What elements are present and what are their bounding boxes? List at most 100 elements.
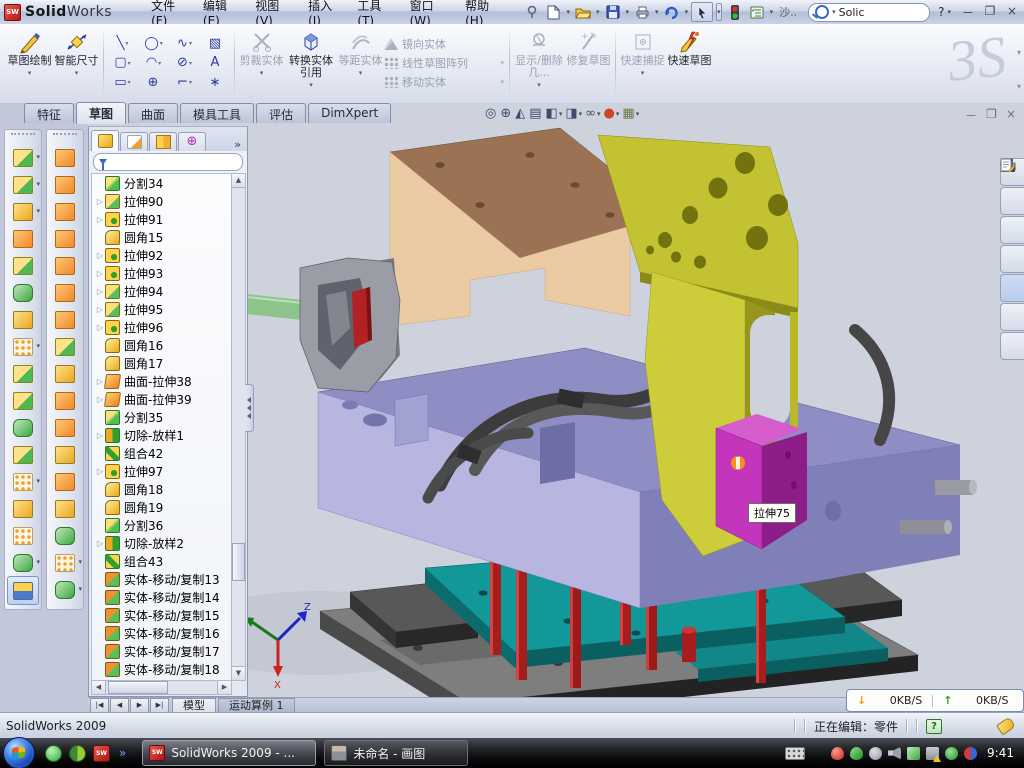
tree-item[interactable]: ▷ 拉伸97 [92, 462, 231, 480]
tray-icon[interactable] [850, 747, 863, 760]
expand-arrow[interactable]: ▷ [95, 305, 105, 314]
feature-tool-button[interactable]: ▾ [5, 198, 41, 225]
feature-tool-button[interactable] [5, 522, 41, 549]
display-delete-relations-button[interactable]: 显示/删除几... ▾ [513, 24, 565, 102]
model-tab[interactable]: 运动算例 1 [218, 698, 295, 713]
tree-filter-input[interactable] [93, 153, 243, 171]
tab-nav-button[interactable]: |◀ [90, 698, 109, 713]
surface-tool-button[interactable] [47, 468, 83, 495]
rapid-sketch-button[interactable]: 快速草图 [666, 24, 713, 102]
hud-view-icon[interactable]: ▤ [529, 106, 542, 121]
feature-tool-button[interactable] [5, 279, 41, 306]
sketch-entity-button[interactable]: ▭ ▾ [107, 73, 138, 93]
sketch-entity-button[interactable]: ⌐ ▾ [169, 73, 200, 93]
surface-tool-button[interactable] [47, 522, 83, 549]
feature-tool-button[interactable] [5, 441, 41, 468]
tree-item[interactable]: 分割35 [92, 408, 231, 426]
surface-tool-button[interactable] [47, 333, 83, 360]
scroll-down-arrow[interactable]: ▼ [232, 666, 245, 680]
tree-item[interactable]: 圆角19 [92, 498, 231, 516]
expand-arrow[interactable]: ▷ [95, 269, 105, 278]
tab-nav-button[interactable]: ▶ [130, 698, 149, 713]
command-tab[interactable]: 特征 [24, 103, 74, 123]
messenger-icon[interactable] [45, 745, 62, 762]
command-tab[interactable]: 评估 [256, 103, 306, 123]
expand-arrow[interactable]: ▷ [95, 197, 105, 206]
command-tab[interactable]: 曲面 [128, 103, 178, 123]
tab-feature-manager[interactable] [91, 130, 119, 151]
doc-close-button[interactable]: × [1006, 107, 1016, 124]
tray-icon[interactable] [831, 747, 844, 760]
surface-tool-button[interactable] [47, 171, 83, 198]
tree-item[interactable]: ▷ 拉伸96 [92, 318, 231, 336]
open-icon[interactable] [573, 3, 593, 21]
feature-tool-button[interactable] [5, 360, 41, 387]
surface-tool-button[interactable] [47, 360, 83, 387]
surface-tool-button[interactable] [47, 306, 83, 333]
clock[interactable]: 9:41 [987, 746, 1014, 760]
surface-tool-button[interactable] [47, 225, 83, 252]
tree-item[interactable]: 实体-移动/复制15 [92, 606, 231, 624]
tree-item[interactable]: 分割34 [92, 174, 231, 192]
scroll-thumb-h[interactable] [108, 681, 168, 694]
tab-solidworks-search[interactable] [1000, 245, 1024, 273]
tab-view-palette[interactable] [1000, 274, 1024, 302]
restore-button[interactable]: ❐ [982, 4, 998, 21]
tree-item[interactable]: ▷ 拉伸95 [92, 300, 231, 318]
sketch-entity-button[interactable]: ∿ ▾ [169, 34, 200, 54]
tree-item[interactable]: 圆角15 [92, 228, 231, 246]
stack-tool-button[interactable]: 移动实体 ▾ [384, 74, 506, 90]
expand-arrow[interactable]: ▷ [95, 251, 105, 260]
tray-icon[interactable] [926, 747, 939, 760]
hud-view-icon[interactable]: ▦▾ [622, 106, 639, 121]
scroll-left-arrow[interactable]: ◀ [92, 681, 106, 694]
expand-arrow[interactable]: ▷ [95, 539, 105, 548]
help-button[interactable]: ? [938, 5, 944, 19]
stack-tool-button[interactable]: 镜向实体 [384, 36, 506, 52]
expand-arrow[interactable]: ▷ [95, 431, 105, 440]
tree-vertical-scrollbar[interactable]: ▲ ▼ [231, 173, 246, 681]
feature-tool-button[interactable] [7, 576, 39, 605]
hud-view-icon[interactable]: ◎ [485, 106, 497, 121]
tab-design-library[interactable] [1000, 187, 1024, 215]
offset-entities-button[interactable]: 等距实体 ▾ [337, 24, 384, 102]
scroll-right-arrow[interactable]: ▶ [217, 681, 231, 694]
sketch-entity-button[interactable]: ╲ ▾ [107, 34, 138, 54]
doc-restore-button[interactable]: ❐ [986, 107, 997, 124]
sketch-entity-button[interactable]: ▢ ▾ [107, 53, 138, 73]
scroll-thumb[interactable] [232, 543, 245, 581]
feature-tool-button[interactable]: ▾ [5, 468, 41, 495]
close-button[interactable]: × [1004, 4, 1020, 21]
hud-view-icon[interactable]: ◧▾ [546, 106, 563, 121]
feature-tool-button[interactable] [5, 414, 41, 441]
stack-tool-button[interactable]: 线性草图阵列 ▾ [384, 55, 506, 71]
tab-custom-properties[interactable] [1000, 332, 1024, 360]
surface-tool-button[interactable] [47, 495, 83, 522]
tree-item[interactable]: ▷ 曲面-拉伸39 [92, 390, 231, 408]
search-input[interactable] [837, 5, 901, 20]
minimize-button[interactable]: － [960, 4, 976, 21]
trim-entities-button[interactable]: 剪裁实体 ▾ [238, 24, 285, 102]
tab-nav-button[interactable]: ▶| [150, 698, 169, 713]
options-checklist-icon[interactable] [747, 3, 767, 21]
command-tab[interactable]: 草图 [76, 102, 126, 124]
tree-item[interactable]: 圆角18 [92, 480, 231, 498]
tree-item[interactable]: ▷ 拉伸93 [92, 264, 231, 282]
scroll-up-arrow[interactable]: ▲ [232, 174, 245, 188]
antivirus-icon[interactable] [69, 745, 86, 762]
tree-item[interactable]: 圆角17 [92, 354, 231, 372]
tab-nav-button[interactable]: ◀ [110, 698, 129, 713]
select-arrow-icon[interactable] [691, 2, 713, 22]
surface-tool-button[interactable] [47, 198, 83, 225]
tree-item[interactable]: 分割36 [92, 516, 231, 534]
quick-tips-icon[interactable]: ? [926, 719, 942, 734]
sketch-entity-button[interactable]: ◯ ▾ [138, 34, 169, 54]
tray-icon[interactable] [907, 747, 920, 760]
tab-appearances-scenes[interactable] [1000, 303, 1024, 331]
hud-view-icon[interactable]: ◭ [515, 106, 526, 121]
doc-minimize-button[interactable]: － [965, 107, 977, 124]
pin-icon[interactable] [522, 3, 542, 21]
panel-splitter-handle[interactable] [245, 384, 254, 432]
solidworks-launcher-icon[interactable]: SW [93, 745, 110, 762]
feature-tool-button[interactable] [5, 495, 41, 522]
